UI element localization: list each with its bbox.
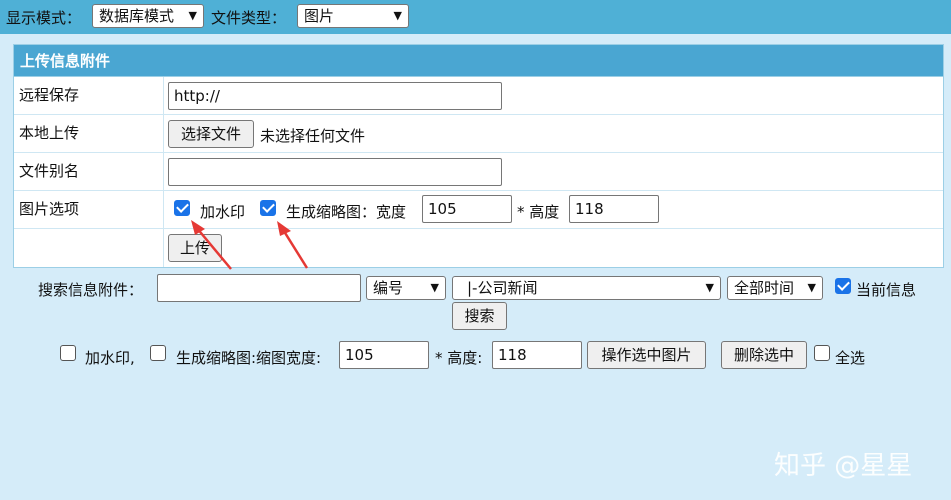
annotation-arrow-1 xyxy=(191,220,232,270)
annotation-arrow-2 xyxy=(277,221,309,269)
source-watermark: 知乎 @星星 xyxy=(774,451,913,481)
annotation-arrows xyxy=(191,220,309,270)
